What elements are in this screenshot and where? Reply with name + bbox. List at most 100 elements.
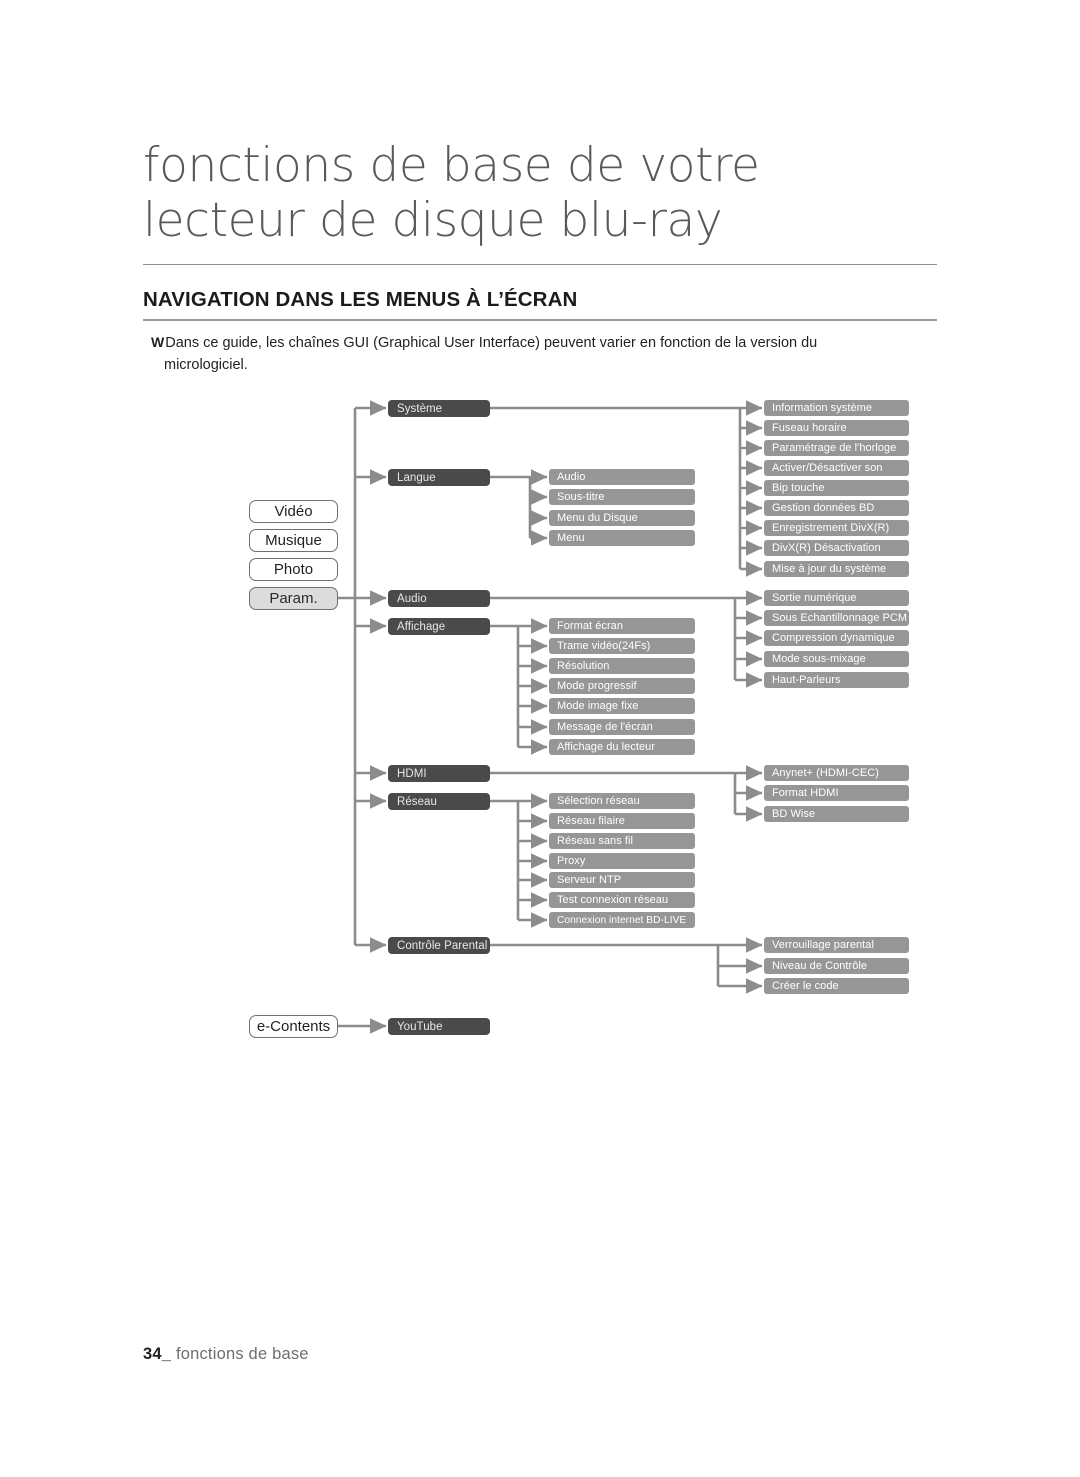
leaf-verrouillage-parental[interactable]: Verrouillage parental (764, 937, 909, 953)
leaf-label: Résolution (557, 660, 610, 672)
leaf-format-ecran[interactable]: Format écran (549, 618, 695, 634)
leaf-gestion-donnees-bd[interactable]: Gestion données BD (764, 500, 909, 516)
leaf-label: Verrouillage parental (772, 939, 874, 951)
leaf-label: Paramétrage de l'horloge (772, 442, 897, 454)
leaf-label: Mode sous-mixage (772, 653, 866, 665)
leaf-parametrage-horloge[interactable]: Paramétrage de l'horloge (764, 440, 909, 456)
leaf-mode-image-fixe[interactable]: Mode image fixe (549, 698, 695, 714)
leaf-menu-du-disque[interactable]: Menu du Disque (549, 510, 695, 526)
leaf-label: Sélection réseau (557, 795, 640, 807)
submenu-label: YouTube (397, 1020, 443, 1033)
leaf-label: Affichage du lecteur (557, 741, 656, 753)
menu-item-param[interactable]: Param. (249, 587, 338, 610)
leaf-label: Proxy (557, 855, 586, 867)
menu-tree-diagram: Vidéo Musique Photo Param. e-Contents Sy… (0, 0, 1080, 1477)
leaf-label: Trame vidéo(24Fs) (557, 640, 651, 652)
menu-item-label: Photo (273, 560, 314, 578)
leaf-information-systeme[interactable]: Information système (764, 400, 909, 416)
leaf-serveur-ntp[interactable]: Serveur NTP (549, 872, 695, 888)
leaf-affichage-du-lecteur[interactable]: Affichage du lecteur (549, 739, 695, 755)
leaf-label: Test connexion réseau (557, 894, 669, 906)
footer-label: fonctions de base (175, 1345, 309, 1363)
leaf-menu[interactable]: Menu (549, 530, 695, 546)
page-footer: 34_ fonctions de base (143, 1345, 309, 1364)
leaf-trame-video-24fs[interactable]: Trame vidéo(24Fs) (549, 638, 695, 654)
leaf-label: Format HDMI (772, 787, 839, 799)
submenu-youtube[interactable]: YouTube (388, 1018, 490, 1035)
leaf-bd-wise[interactable]: BD Wise (764, 806, 909, 822)
leaf-langue-audio[interactable]: Audio (549, 469, 695, 485)
leaf-label: Information système (772, 402, 872, 414)
leaf-label: Gestion données BD (772, 502, 875, 514)
leaf-label: Sortie numérique (772, 592, 857, 604)
leaf-reseau-sans-fil[interactable]: Réseau sans fil (549, 833, 695, 849)
submenu-controle-parental[interactable]: Contrôle Parental (388, 937, 490, 954)
submenu-audio[interactable]: Audio (388, 590, 490, 607)
leaf-sortie-numerique[interactable]: Sortie numérique (764, 590, 909, 606)
leaf-anynet-hdmi-cec[interactable]: Anynet+ (HDMI-CEC) (764, 765, 909, 781)
leaf-label: Compression dynamique (772, 632, 895, 644)
menu-item-label: Musique (265, 531, 322, 549)
submenu-label: HDMI (397, 767, 427, 780)
leaf-label: DivX(R) Désactivation (772, 542, 881, 554)
leaf-label: Fuseau horaire (772, 422, 847, 434)
leaf-label: Mode image fixe (557, 700, 639, 712)
leaf-label: Enregistrement DivX(R) (772, 522, 890, 534)
menu-item-label: e-Contents (256, 1017, 331, 1035)
leaf-sous-titre[interactable]: Sous-titre (549, 489, 695, 505)
submenu-label: Réseau (397, 795, 437, 808)
leaf-label: Activer/Désactiver son (772, 462, 883, 474)
leaf-bip-touche[interactable]: Bip touche (764, 480, 909, 496)
leaf-selection-reseau[interactable]: Sélection réseau (549, 793, 695, 809)
leaf-creer-le-code[interactable]: Créer le code (764, 978, 909, 994)
submenu-langue[interactable]: Langue (388, 469, 490, 486)
leaf-label: Anynet+ (HDMI-CEC) (772, 767, 879, 779)
leaf-sous-echantillonnage-pcm[interactable]: Sous Echantillonnage PCM (764, 610, 909, 626)
footer-page-number: 34_ (143, 1345, 172, 1363)
leaf-label: Sous Echantillonnage PCM (772, 612, 908, 624)
leaf-label: Menu (557, 532, 585, 544)
menu-item-video[interactable]: Vidéo (249, 500, 338, 523)
submenu-affichage[interactable]: Affichage (388, 618, 490, 635)
leaf-enregistrement-divx[interactable]: Enregistrement DivX(R) (764, 520, 909, 536)
submenu-label: Contrôle Parental (397, 939, 488, 952)
leaf-label: Réseau filaire (557, 815, 625, 827)
submenu-hdmi[interactable]: HDMI (388, 765, 490, 782)
leaf-label: Menu du Disque (557, 512, 638, 524)
menu-item-musique[interactable]: Musique (249, 529, 338, 552)
leaf-test-connexion-reseau[interactable]: Test connexion réseau (549, 892, 695, 908)
leaf-resolution[interactable]: Résolution (549, 658, 695, 674)
menu-item-e-contents[interactable]: e-Contents (249, 1015, 338, 1038)
leaf-label: Réseau sans fil (557, 835, 633, 847)
menu-item-label: Param. (269, 589, 318, 607)
leaf-label: Serveur NTP (557, 874, 622, 886)
leaf-compression-dynamique[interactable]: Compression dynamique (764, 630, 909, 646)
leaf-divx-desactivation[interactable]: DivX(R) Désactivation (764, 540, 909, 556)
menu-item-photo[interactable]: Photo (249, 558, 338, 581)
submenu-systeme[interactable]: Système (388, 400, 490, 417)
leaf-format-hdmi[interactable]: Format HDMI (764, 785, 909, 801)
leaf-fuseau-horaire[interactable]: Fuseau horaire (764, 420, 909, 436)
leaf-mode-sous-mixage[interactable]: Mode sous-mixage (764, 651, 909, 667)
leaf-label: Mode progressif (557, 680, 637, 692)
leaf-reseau-filaire[interactable]: Réseau filaire (549, 813, 695, 829)
leaf-label: Créer le code (772, 980, 839, 992)
menu-item-label: Vidéo (274, 502, 313, 520)
leaf-haut-parleurs[interactable]: Haut-Parleurs (764, 672, 909, 688)
leaf-message-de-l-ecran[interactable]: Message de l'écran (549, 719, 695, 735)
submenu-label: Affichage (397, 620, 446, 633)
leaf-mise-a-jour-systeme[interactable]: Mise à jour du système (764, 561, 909, 577)
leaf-mode-progressif[interactable]: Mode progressif (549, 678, 695, 694)
leaf-label: Bip touche (772, 482, 825, 494)
leaf-label: Mise à jour du système (772, 563, 887, 575)
leaf-niveau-de-controle[interactable]: Niveau de Contrôle (764, 958, 909, 974)
leaf-connexion-internet-bd-live[interactable]: Connexion internet BD-LIVE (549, 912, 695, 928)
leaf-label: Haut-Parleurs (772, 674, 841, 686)
leaf-activer-desactiver-son[interactable]: Activer/Désactiver son (764, 460, 909, 476)
leaf-proxy[interactable]: Proxy (549, 853, 695, 869)
leaf-label: Niveau de Contrôle (772, 960, 868, 972)
submenu-reseau[interactable]: Réseau (388, 793, 490, 810)
submenu-label: Audio (397, 592, 427, 605)
leaf-label: BD Wise (772, 808, 816, 820)
submenu-label: Langue (397, 471, 436, 484)
